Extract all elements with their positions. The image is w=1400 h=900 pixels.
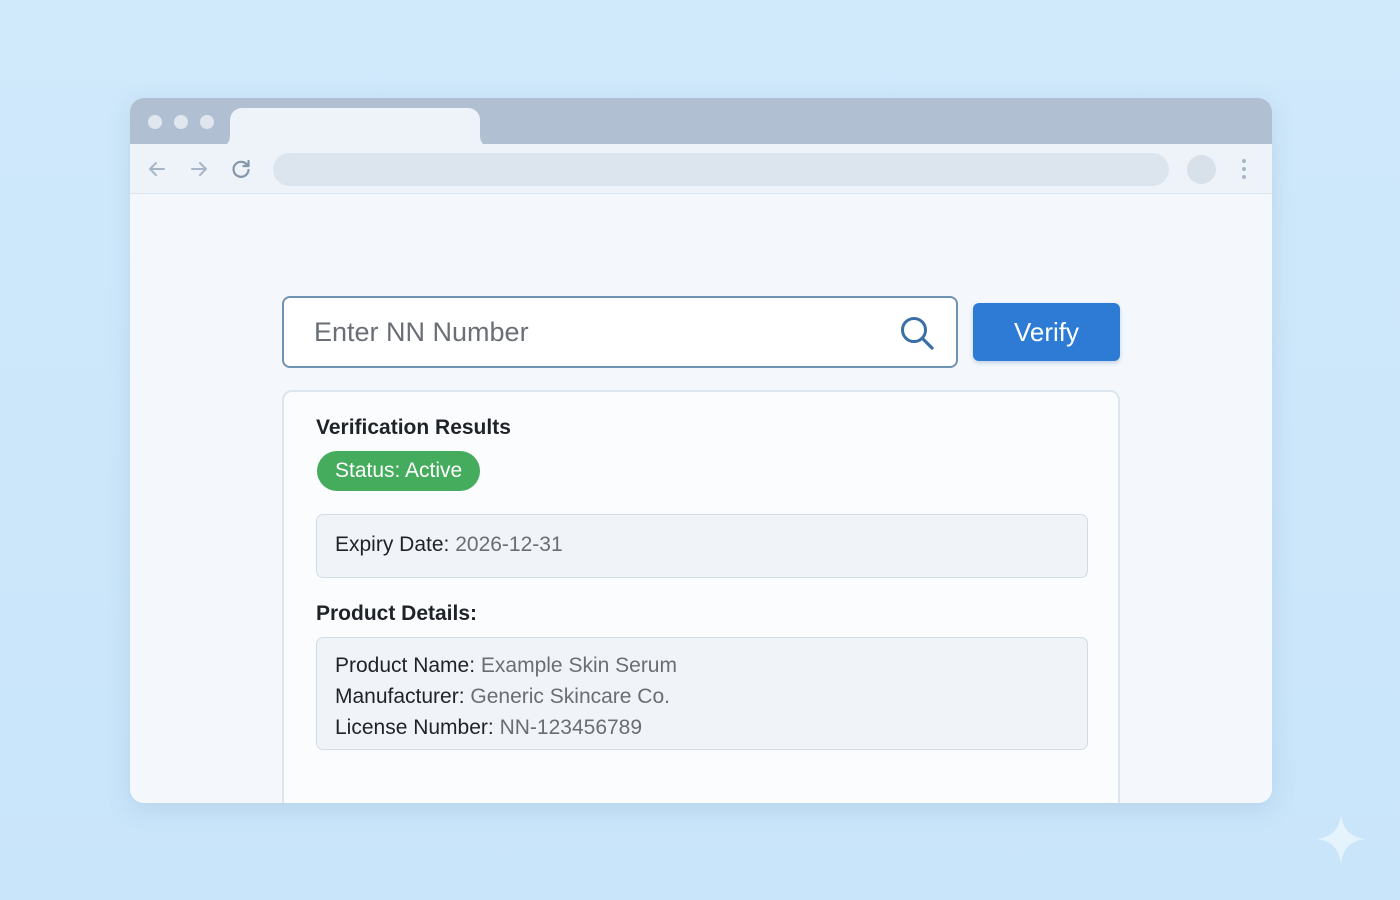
product-name-label: Product Name: [335,654,476,677]
page-content: Verify Verification Results Status: Acti… [130,194,1272,803]
browser-tab[interactable] [230,108,480,148]
detail-row-license-number: License Number: NN-123456789 [335,712,1069,743]
license-number-value: NN-123456789 [499,716,643,739]
results-card: Verification Results Status: Active Expi… [282,390,1120,803]
window-dot-minimize[interactable] [174,115,188,129]
verify-button[interactable]: Verify [973,303,1120,361]
search-input[interactable] [284,298,884,366]
manufacturer-label: Manufacturer: [335,685,465,708]
license-number-label: License Number: [335,716,494,739]
address-bar[interactable] [273,153,1169,186]
detail-row-product-name: Product Name: Example Skin Serum [335,650,1069,681]
search-icon[interactable] [898,314,936,352]
page-background: Verify Verification Results Status: Acti… [0,0,1400,900]
window-dot-maximize[interactable] [200,115,214,129]
window-dot-close[interactable] [148,115,162,129]
status-badge: Status: Active [317,451,481,491]
results-title: Verification Results [316,416,511,439]
profile-avatar[interactable] [1187,155,1216,184]
manufacturer-value: Generic Skincare Co. [470,685,670,708]
sparkle-icon [1316,814,1366,864]
detail-row-manufacturer: Manufacturer: Generic Skincare Co. [335,681,1069,712]
expiry-date-value: 2026-12-31 [455,533,563,556]
product-details-heading: Product Details: [316,602,478,625]
expiry-date-label: Expiry Date: [335,533,450,556]
search-box [282,296,958,368]
expiry-date-box: Expiry Date: 2026-12-31 [316,514,1088,578]
forward-arrow-icon[interactable] [186,156,212,182]
reload-icon[interactable] [228,156,254,182]
browser-toolbar [130,144,1272,194]
product-name-value: Example Skin Serum [480,654,677,677]
menu-dots-icon[interactable] [1234,156,1254,182]
back-arrow-icon[interactable] [144,156,170,182]
browser-titlebar [130,98,1272,148]
browser-window: Verify Verification Results Status: Acti… [130,98,1272,803]
product-details-box: Product Name: Example Skin Serum Manufac… [316,637,1088,750]
